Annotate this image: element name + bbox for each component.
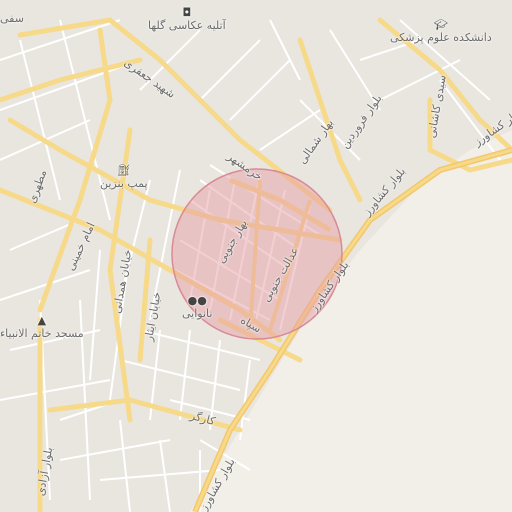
- mosque-icon: ▲: [37, 314, 47, 327]
- poi-medical-university[interactable]: 🎓︎ دانشکده علوم پزشکی: [390, 18, 492, 44]
- street-label-safi: سفی: [0, 12, 24, 25]
- poi-mosque[interactable]: ▲ مسجد خاتم الانبیاء: [0, 314, 84, 340]
- graduation-cap-icon: 🎓︎: [433, 18, 448, 31]
- poi-bakery[interactable]: ●● نانوایی: [182, 294, 212, 320]
- map-view[interactable]: شهید جعفری خرمشهر بلوار فروردین بهار شما…: [0, 0, 512, 512]
- poi-gas-station[interactable]: ⛽︎ پمپ بنزین: [100, 164, 148, 190]
- poi-photo-studio[interactable]: ◘ آتلیه عکاسی گلها: [148, 6, 226, 32]
- bread-icon: ●●: [187, 294, 207, 307]
- camera-icon: ◘: [182, 6, 192, 19]
- fuel-pump-icon: ⛽︎: [116, 164, 131, 177]
